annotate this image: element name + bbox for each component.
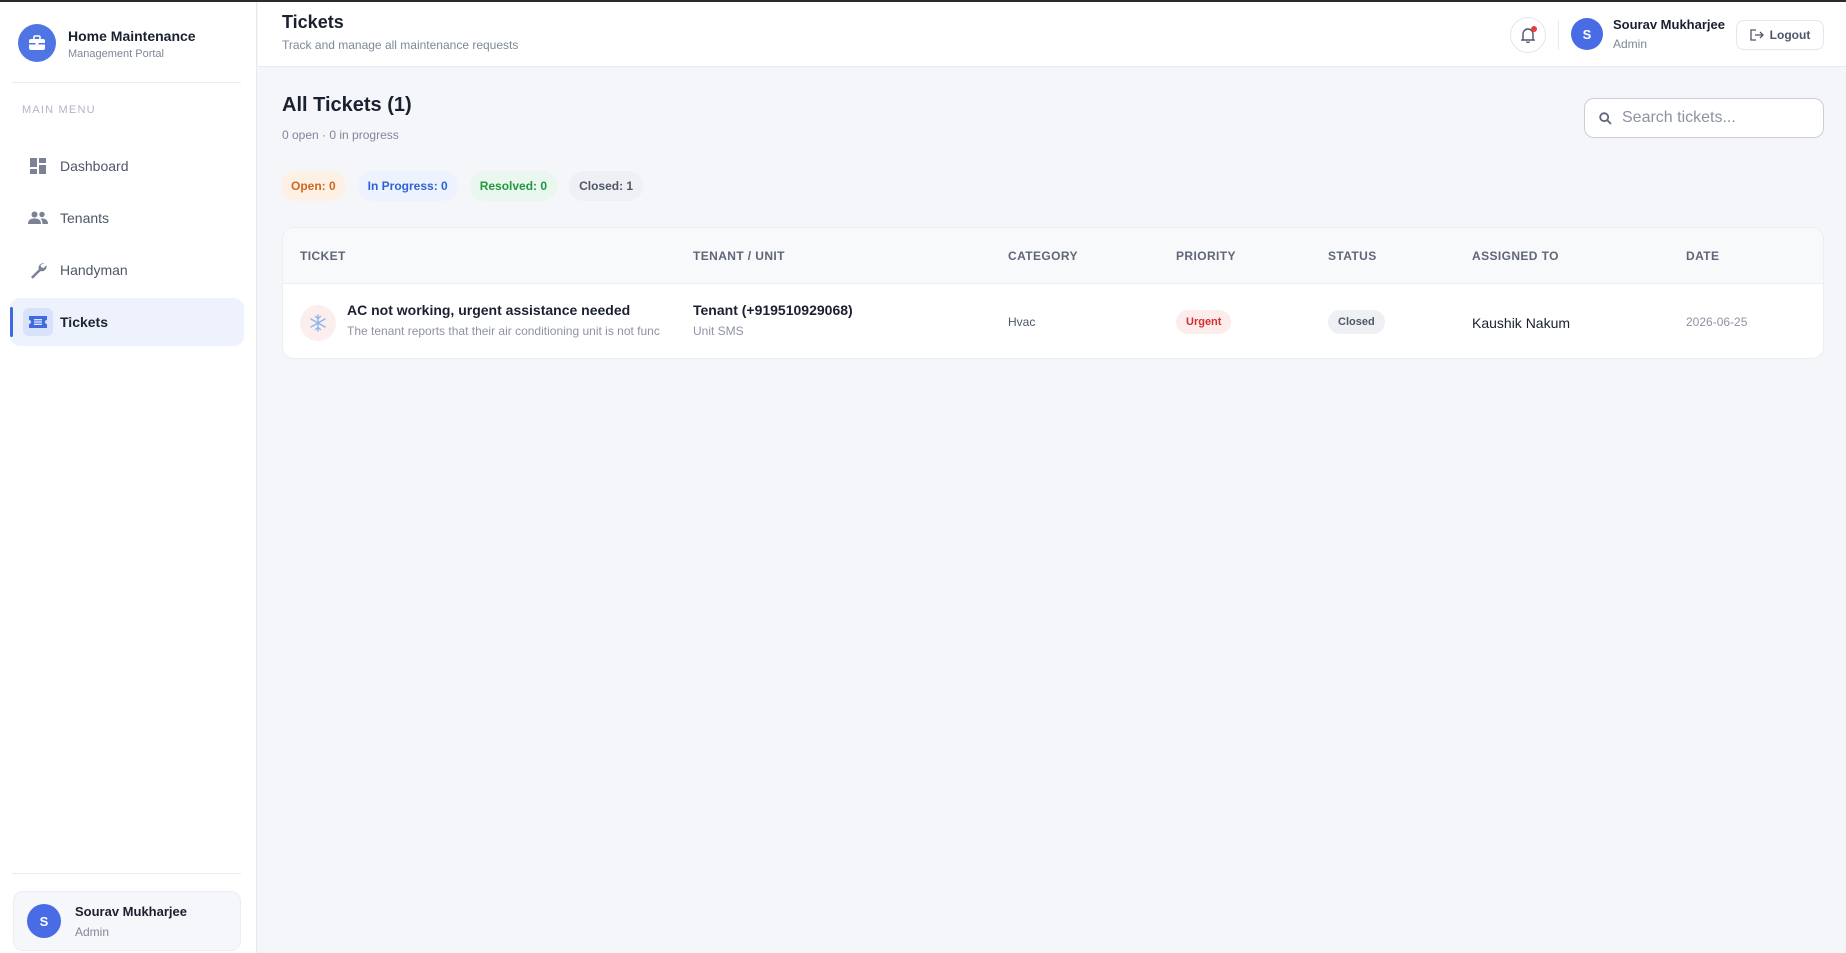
sidebar-user-card[interactable]: S Sourav Mukharjee Admin <box>13 891 241 951</box>
ticket-category: Hvac <box>1008 315 1036 329</box>
sidebar-item-tenants[interactable]: Tenants <box>10 194 244 242</box>
logout-button[interactable]: Logout <box>1736 20 1824 50</box>
search-input[interactable] <box>1622 109 1812 127</box>
divider <box>1558 20 1559 50</box>
avatar: S <box>27 904 61 938</box>
ticket-title[interactable]: AC not working, urgent assistance needed <box>347 302 630 318</box>
people-icon <box>28 208 48 228</box>
assignee-name: Kaushik Nakum <box>1472 315 1571 331</box>
ticket-date: 2026-06-25 <box>1686 315 1748 329</box>
divider <box>12 82 241 83</box>
search-box[interactable] <box>1584 98 1824 138</box>
tickets-heading: All Tickets (1) <box>282 94 412 116</box>
table-row[interactable]: AC not working, urgent assistance needed… <box>283 284 1823 358</box>
tenant-unit: Unit SMS <box>693 324 744 338</box>
brand-title: Home Maintenance <box>68 27 196 44</box>
user-role: Admin <box>1613 37 1648 51</box>
logout-label: Logout <box>1769 28 1811 42</box>
column-header-ticket[interactable]: TICKET <box>300 249 346 263</box>
notification-dot <box>1531 26 1537 32</box>
snowflake-icon <box>300 305 336 341</box>
search-icon <box>1599 111 1612 125</box>
tickets-summary: 0 open · 0 in progress <box>282 128 399 142</box>
page-title: Tickets <box>282 12 344 32</box>
wrench-icon <box>28 260 48 280</box>
sidebar-item-label: Tenants <box>60 210 110 226</box>
user-role: Admin <box>75 924 110 939</box>
column-header-date[interactable]: DATE <box>1686 249 1719 263</box>
sidebar-item-dashboard[interactable]: Dashboard <box>10 142 244 190</box>
logout-icon <box>1750 29 1764 41</box>
column-header-priority[interactable]: PRIORITY <box>1176 249 1236 263</box>
brand[interactable]: Home Maintenance Management Portal <box>18 24 196 62</box>
table-header: TICKET TENANT / UNIT CATEGORY PRIORITY S… <box>283 228 1823 284</box>
filter-open[interactable]: Open: 0 <box>281 171 346 201</box>
sidebar: Home Maintenance Management Portal MAIN … <box>0 2 257 953</box>
filter-closed[interactable]: Closed: 1 <box>569 171 644 201</box>
column-header-category[interactable]: CATEGORY <box>1008 249 1078 263</box>
notifications-button[interactable] <box>1510 17 1546 53</box>
sidebar-item-label: Tickets <box>60 314 108 330</box>
divider <box>12 873 241 874</box>
tickets-table: TICKET TENANT / UNIT CATEGORY PRIORITY S… <box>282 227 1824 359</box>
ticket-icon <box>23 308 53 336</box>
header-user[interactable]: S Sourav Mukharjee Admin <box>1571 17 1725 51</box>
sidebar-item-label: Handyman <box>60 262 128 278</box>
filter-in-progress[interactable]: In Progress: 0 <box>357 171 458 201</box>
sidebar-nav: Dashboard Tenants Handyman Tickets <box>10 142 244 350</box>
sidebar-item-handyman[interactable]: Handyman <box>10 246 244 294</box>
user-name: Sourav Mukharjee <box>1613 17 1725 32</box>
status-badge: Closed <box>1328 310 1385 334</box>
sidebar-item-label: Dashboard <box>60 158 129 174</box>
column-header-assigned-to[interactable]: ASSIGNED TO <box>1472 249 1559 263</box>
ticket-description: The tenant reports that their air condit… <box>347 324 660 338</box>
menu-section-label: MAIN MENU <box>22 104 96 116</box>
dashboard-icon <box>28 156 48 176</box>
column-header-status[interactable]: STATUS <box>1328 249 1377 263</box>
filter-resolved[interactable]: Resolved: 0 <box>469 171 558 201</box>
user-name: Sourav Mukharjee <box>75 903 187 919</box>
toolbox-icon <box>18 24 56 62</box>
status-filters: Open: 0 In Progress: 0 Resolved: 0 Close… <box>281 171 655 201</box>
avatar: S <box>1571 18 1603 50</box>
tenant-name: Tenant (+919510929068) <box>693 302 853 318</box>
top-header: Tickets Track and manage all maintenance… <box>258 2 1846 67</box>
brand-subtitle: Management Portal <box>68 47 164 60</box>
column-header-tenant-unit[interactable]: TENANT / UNIT <box>693 249 785 263</box>
priority-badge: Urgent <box>1176 310 1232 334</box>
sidebar-item-tickets[interactable]: Tickets <box>10 298 244 346</box>
page-subtitle: Track and manage all maintenance request… <box>282 38 519 52</box>
